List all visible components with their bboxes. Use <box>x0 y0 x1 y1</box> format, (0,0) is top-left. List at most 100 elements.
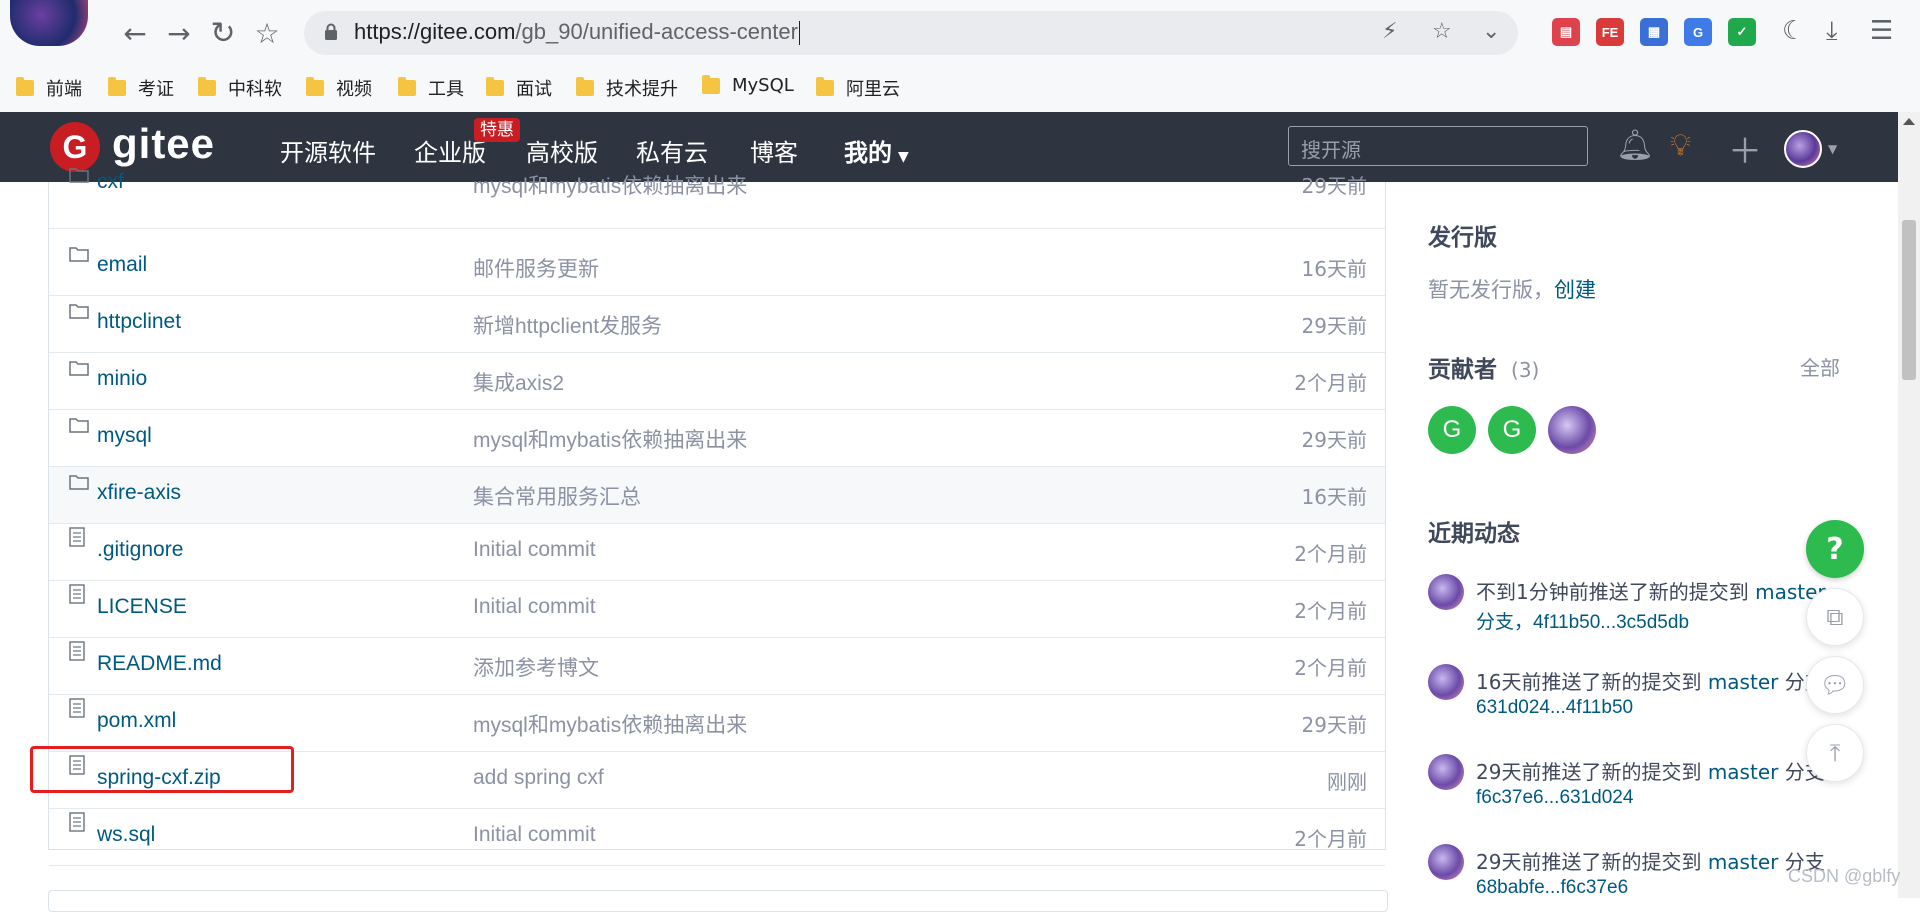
bookmark-3[interactable]: 视频 <box>306 75 372 101</box>
url-text[interactable]: https://gitee.com/gb_90/unified-access-c… <box>354 19 800 46</box>
apps-extension-icon[interactable]: ▦ <box>1640 18 1668 46</box>
commit-message-link[interactable]: mysql和mybatis依赖抽离出来 <box>473 170 747 200</box>
create-release-link[interactable]: 创建 <box>1554 278 1596 302</box>
commit-range-link[interactable]: f6c37e6...631d024 <box>1476 787 1633 809</box>
bookmark-label: 考证 <box>138 79 174 100</box>
file-name-link[interactable]: .gitignore <box>97 538 183 562</box>
activity-avatar[interactable] <box>1428 754 1464 790</box>
contributor-avatar[interactable]: G <box>1488 406 1536 454</box>
bookmark-0[interactable]: 前端 <box>16 75 82 101</box>
commit-message-link[interactable]: 集合常用服务汇总 <box>473 481 641 511</box>
back-to-top-button[interactable]: ⤒ <box>1806 724 1864 782</box>
bookmark-8[interactable]: 阿里云 <box>816 75 900 101</box>
file-name-link[interactable]: httpclinet <box>97 310 181 334</box>
branch-link[interactable]: master <box>1708 670 1779 694</box>
nav-blog[interactable]: 博客 <box>750 133 798 168</box>
file-row[interactable]: minio 集成axis2 2个月前 <box>49 353 1385 410</box>
branch-link[interactable]: master <box>1708 760 1779 784</box>
bookmark-6[interactable]: 技术提升 <box>576 75 678 101</box>
help-button[interactable]: ? <box>1806 520 1864 578</box>
nav-education[interactable]: 高校版 <box>526 133 598 168</box>
file-row[interactable]: LICENSE Initial commit 2个月前 <box>49 581 1385 638</box>
back-icon[interactable]: ← <box>118 16 152 50</box>
file-name-link[interactable]: email <box>97 253 147 277</box>
chevron-down-icon[interactable]: ⌄ <box>1482 19 1500 44</box>
commit-message-link[interactable]: 集成axis2 <box>473 367 564 397</box>
commit-range-link[interactable]: 分支，4f11b50...3c5d5db <box>1476 607 1689 634</box>
file-row[interactable]: xfire-axis 集合常用服务汇总 16天前 <box>49 467 1385 524</box>
user-avatar[interactable] <box>1784 130 1822 168</box>
commit-message-link[interactable]: 添加参考博文 <box>473 652 599 682</box>
page-scrollbar[interactable] <box>1898 112 1920 898</box>
bookmark-star-icon[interactable]: ☆ <box>250 16 284 50</box>
favorite-star-icon[interactable]: ☆ <box>1432 19 1452 44</box>
file-name-link[interactable]: pom.xml <box>97 709 176 733</box>
commit-message-link[interactable]: 新增httpclient发服务 <box>473 310 662 340</box>
reload-icon[interactable]: ↻ <box>206 16 240 51</box>
file-row[interactable]: .gitignore Initial commit 2个月前 <box>49 524 1385 581</box>
profile-avatar[interactable] <box>10 0 88 46</box>
search-input[interactable]: 搜开源 <box>1288 126 1588 166</box>
gitee-brand[interactable]: gitee <box>112 120 215 168</box>
commit-message-link[interactable]: Initial commit <box>473 538 596 562</box>
share-button[interactable]: ⧉ <box>1806 588 1864 646</box>
file-name-link[interactable]: minio <box>97 367 147 391</box>
commit-message-link[interactable]: mysql和mybatis依赖抽离出来 <box>473 709 747 739</box>
bookmark-5[interactable]: 面试 <box>486 75 552 101</box>
fe-extension-icon[interactable]: FE <box>1596 18 1624 46</box>
comment-button[interactable]: 💬︎ <box>1806 656 1864 714</box>
commit-message-link[interactable]: add spring cxf <box>473 766 604 790</box>
file-row[interactable]: ws.sql Initial commit 2个月前 <box>49 809 1385 866</box>
file-name-link[interactable]: cxf <box>97 170 124 194</box>
branch-link[interactable]: master <box>1708 850 1779 874</box>
bell-icon[interactable]: 🔔︎ <box>1616 128 1654 163</box>
activity-avatar[interactable] <box>1428 574 1464 610</box>
file-name-link[interactable]: LICENSE <box>97 595 187 619</box>
contributor-avatar[interactable]: G <box>1428 406 1476 454</box>
file-row[interactable]: README.md 添加参考博文 2个月前 <box>49 638 1385 695</box>
nav-open-source[interactable]: 开源软件 <box>280 133 376 168</box>
scroll-up-icon[interactable] <box>1903 118 1915 125</box>
file-row[interactable]: pom.xml mysql和mybatis依赖抽离出来 29天前 <box>49 695 1385 752</box>
lightbulb-icon[interactable]: 💡︎ <box>1670 128 1691 163</box>
file-row[interactable]: mysql mysql和mybatis依赖抽离出来 29天前 <box>49 410 1385 467</box>
reader-extension-icon[interactable]: ▤ <box>1552 18 1580 46</box>
file-name-link[interactable]: ws.sql <box>97 823 155 847</box>
contributors-all-link[interactable]: 全部 <box>1800 352 1840 381</box>
bookmark-1[interactable]: 考证 <box>108 75 174 101</box>
file-row[interactable]: httpclinet 新增httpclient发服务 29天前 <box>49 296 1385 353</box>
scrollbar-thumb[interactable] <box>1902 220 1916 380</box>
file-name-link[interactable]: xfire-axis <box>97 481 181 505</box>
file-row[interactable]: cxf mysql和mybatis依赖抽离出来 29天前 <box>49 168 1385 229</box>
file-name-link[interactable]: mysql <box>97 424 152 448</box>
file-name-link[interactable]: README.md <box>97 652 222 676</box>
gitee-logo-icon[interactable]: G <box>50 122 100 172</box>
nav-mine[interactable]: 我的 ▼ <box>844 133 909 168</box>
commit-message-link[interactable]: Initial commit <box>473 595 596 619</box>
bookmark-label: 视频 <box>336 79 372 100</box>
menu-icon[interactable]: ☰ <box>1870 16 1893 46</box>
file-row[interactable]: email 邮件服务更新 16天前 <box>49 239 1385 296</box>
commit-message-link[interactable]: Initial commit <box>473 823 596 847</box>
moon-icon[interactable]: ☾ <box>1782 16 1805 46</box>
activity-avatar[interactable] <box>1428 664 1464 700</box>
address-bar[interactable]: https://gitee.com/gb_90/unified-access-c… <box>304 11 1518 55</box>
commit-range-link[interactable]: 631d024...4f11b50 <box>1476 697 1633 719</box>
avatar-caret-icon[interactable]: ▼ <box>1828 142 1837 156</box>
contributor-avatar[interactable] <box>1548 406 1596 454</box>
lightning-icon[interactable]: ⚡ <box>1382 19 1397 44</box>
download-icon[interactable]: ⤓ <box>1826 16 1838 47</box>
forward-icon[interactable]: → <box>162 16 196 50</box>
caret-down-icon: ▼ <box>898 149 909 165</box>
translate-extension-icon[interactable]: G <box>1684 18 1712 46</box>
commit-message-link[interactable]: mysql和mybatis依赖抽离出来 <box>473 424 747 454</box>
bookmark-4[interactable]: 工具 <box>398 75 464 101</box>
commit-message-link[interactable]: 邮件服务更新 <box>473 253 599 283</box>
nav-private-cloud[interactable]: 私有云 <box>636 133 708 168</box>
commit-range-link[interactable]: 68babfe...f6c37e6 <box>1476 877 1628 899</box>
shield-extension-icon[interactable]: ✓ <box>1728 18 1756 46</box>
bookmark-7[interactable]: MySQL <box>702 74 794 96</box>
plus-icon[interactable]: ＋ <box>1728 124 1762 173</box>
bookmark-2[interactable]: 中科软 <box>198 75 282 101</box>
activity-avatar[interactable] <box>1428 844 1464 880</box>
